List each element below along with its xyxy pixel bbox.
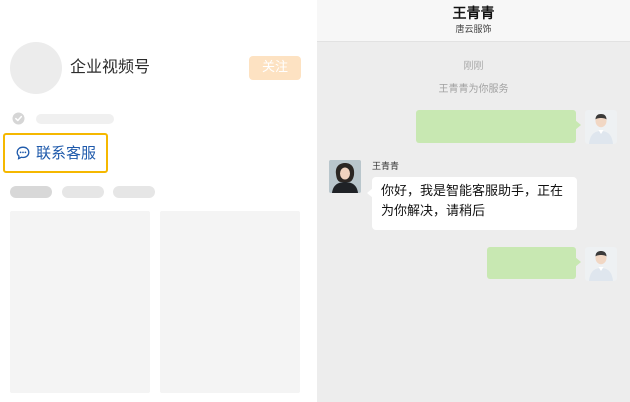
chat-subtitle: 唐云服饰 [455,25,492,35]
agent-message-bubble[interactable]: 你好，我是智能客服助手，正在为你解决，请稍后 [367,177,577,230]
user-avatar[interactable] [585,247,617,281]
chat-header: 王青青 唐云服饰 [317,0,630,42]
channel-profile-panel: 企业视频号 关注 联系客服 [0,0,317,402]
user-avatar[interactable] [585,110,617,144]
contact-support-label: 联系客服 [36,144,97,162]
screen: 企业视频号 关注 联系客服 王青青 唐云服饰 刚刚 王青青为你服务 王青青 你好… [0,0,630,402]
tab-placeholder[interactable] [62,186,104,198]
user-avatar-image [585,110,617,144]
video-card-placeholder[interactable] [160,211,300,393]
tab-placeholder[interactable] [10,186,52,198]
user-message-bubble[interactable] [416,110,581,143]
service-notice: 王青青为你服务 [438,84,509,95]
user-message-bubble[interactable] [487,247,581,279]
user-avatar-image [585,247,617,281]
chat-title: 王青青 [452,6,495,22]
agent-name: 王青青 [372,162,400,172]
contact-support-button[interactable]: 联系客服 [3,133,108,173]
chat-panel: 王青青 唐云服饰 刚刚 王青青为你服务 王青青 你好，我是智能客服助手，正在为你… [317,0,630,402]
channel-name: 企业视频号 [70,57,151,76]
video-card-placeholder[interactable] [10,211,150,393]
follow-button[interactable]: 关注 [249,56,301,80]
channel-avatar[interactable] [10,42,62,94]
agent-avatar-image [329,160,361,193]
chat-bubble-icon [16,146,30,160]
verified-badge-icon [12,112,25,125]
verification-placeholder [36,114,114,124]
message-timestamp: 刚刚 [463,61,484,72]
agent-avatar[interactable] [329,160,361,193]
tab-placeholder[interactable] [113,186,155,198]
